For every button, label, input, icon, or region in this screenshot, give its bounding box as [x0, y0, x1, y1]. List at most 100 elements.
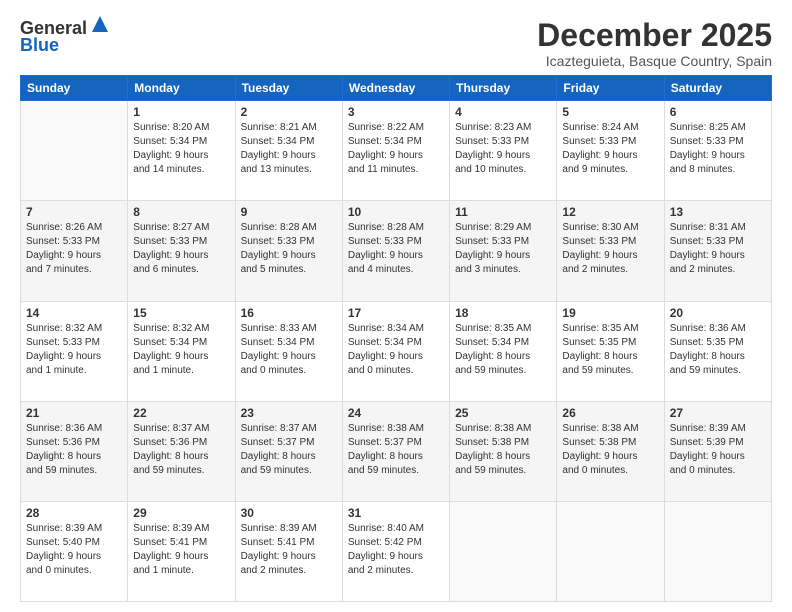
title-block: December 2025 Icazteguieta, Basque Count…: [537, 18, 772, 69]
day-info: Sunrise: 8:27 AMSunset: 5:33 PMDaylight:…: [133, 221, 229, 277]
day-number: 9: [241, 205, 337, 219]
day-info: Sunrise: 8:24 AMSunset: 5:33 PMDaylight:…: [562, 121, 658, 177]
table-cell: 5 Sunrise: 8:24 AMSunset: 5:33 PMDaylight…: [557, 101, 664, 201]
col-sunday: Sunday: [21, 76, 128, 101]
day-info: Sunrise: 8:29 AMSunset: 5:33 PMDaylight:…: [455, 221, 551, 277]
table-cell: 31 Sunrise: 8:40 AMSunset: 5:42 PMDayligh…: [342, 501, 449, 601]
table-cell: 26 Sunrise: 8:38 AMSunset: 5:38 PMDayligh…: [557, 401, 664, 501]
day-number: 31: [348, 506, 444, 520]
calendar-header-row: Sunday Monday Tuesday Wednesday Thursday…: [21, 76, 772, 101]
day-number: 30: [241, 506, 337, 520]
table-cell: 8 Sunrise: 8:27 AMSunset: 5:33 PMDaylight…: [128, 201, 235, 301]
day-number: 19: [562, 306, 658, 320]
col-saturday: Saturday: [664, 76, 771, 101]
day-info: Sunrise: 8:39 AMSunset: 5:41 PMDaylight:…: [241, 522, 337, 578]
table-cell: 29 Sunrise: 8:39 AMSunset: 5:41 PMDayligh…: [128, 501, 235, 601]
day-number: 29: [133, 506, 229, 520]
table-cell: 17Sunrise: 8:34 AMSunset: 5:34 PMDayligh…: [342, 301, 449, 401]
day-info: Sunrise: 8:34 AMSunset: 5:34 PMDaylight:…: [348, 322, 444, 378]
table-cell: 23Sunrise: 8:37 AMSunset: 5:37 PMDayligh…: [235, 401, 342, 501]
day-number: 15: [133, 306, 229, 320]
day-info: Sunrise: 8:28 AMSunset: 5:33 PMDaylight:…: [241, 221, 337, 277]
day-number: 18: [455, 306, 551, 320]
table-cell: 14 Sunrise: 8:32 AMSunset: 5:33 PMDayligh…: [21, 301, 128, 401]
day-info: Sunrise: 8:20 AMSunset: 5:34 PMDaylight:…: [133, 121, 229, 177]
day-number: 25: [455, 406, 551, 420]
table-cell: [664, 501, 771, 601]
calendar-row: 1 Sunrise: 8:20 AMSunset: 5:34 PMDaylight…: [21, 101, 772, 201]
table-cell: 19 Sunrise: 8:35 AMSunset: 5:35 PMDayligh…: [557, 301, 664, 401]
day-info: Sunrise: 8:38 AMSunset: 5:38 PMDaylight:…: [455, 422, 551, 478]
day-number: 2: [241, 105, 337, 119]
calendar-table: Sunday Monday Tuesday Wednesday Thursday…: [20, 75, 772, 602]
day-number: 3: [348, 105, 444, 119]
day-number: 27: [670, 406, 766, 420]
day-info: Sunrise: 8:26 AMSunset: 5:33 PMDaylight:…: [26, 221, 122, 277]
day-info: Sunrise: 8:40 AMSunset: 5:42 PMDaylight:…: [348, 522, 444, 578]
day-number: 1: [133, 105, 229, 119]
day-info: Sunrise: 8:39 AMSunset: 5:41 PMDaylight:…: [133, 522, 229, 578]
table-cell: 30 Sunrise: 8:39 AMSunset: 5:41 PMDayligh…: [235, 501, 342, 601]
day-info: Sunrise: 8:25 AMSunset: 5:33 PMDaylight:…: [670, 121, 766, 177]
page-header: General Blue December 2025 Icazteguieta,…: [20, 18, 772, 69]
col-tuesday: Tuesday: [235, 76, 342, 101]
day-number: 6: [670, 105, 766, 119]
table-cell: 15 Sunrise: 8:32 AMSunset: 5:34 PMDayligh…: [128, 301, 235, 401]
col-wednesday: Wednesday: [342, 76, 449, 101]
logo: General Blue: [20, 18, 110, 56]
day-info: Sunrise: 8:31 AMSunset: 5:33 PMDaylight:…: [670, 221, 766, 277]
month-title: December 2025: [537, 18, 772, 53]
col-thursday: Thursday: [450, 76, 557, 101]
table-cell: 11 Sunrise: 8:29 AMSunset: 5:33 PMDayligh…: [450, 201, 557, 301]
day-number: 20: [670, 306, 766, 320]
table-cell: 13 Sunrise: 8:31 AMSunset: 5:33 PMDayligh…: [664, 201, 771, 301]
day-info: Sunrise: 8:35 AMSunset: 5:34 PMDaylight:…: [455, 322, 551, 378]
day-info: Sunrise: 8:38 AMSunset: 5:38 PMDaylight:…: [562, 422, 658, 478]
day-number: 11: [455, 205, 551, 219]
day-info: Sunrise: 8:23 AMSunset: 5:33 PMDaylight:…: [455, 121, 551, 177]
calendar-row: 21 Sunrise: 8:36 AMSunset: 5:36 PMDayligh…: [21, 401, 772, 501]
table-cell: 18 Sunrise: 8:35 AMSunset: 5:34 PMDayligh…: [450, 301, 557, 401]
day-number: 14: [26, 306, 122, 320]
day-info: Sunrise: 8:21 AMSunset: 5:34 PMDaylight:…: [241, 121, 337, 177]
day-number: 13: [670, 205, 766, 219]
day-number: 22: [133, 406, 229, 420]
day-info: Sunrise: 8:36 AMSunset: 5:35 PMDaylight:…: [670, 322, 766, 378]
day-info: Sunrise: 8:37 AMSunset: 5:36 PMDaylight:…: [133, 422, 229, 478]
table-cell: 12 Sunrise: 8:30 AMSunset: 5:33 PMDayligh…: [557, 201, 664, 301]
day-number: 12: [562, 205, 658, 219]
day-info: Sunrise: 8:32 AMSunset: 5:34 PMDaylight:…: [133, 322, 229, 378]
day-number: 8: [133, 205, 229, 219]
calendar-row: 7Sunrise: 8:26 AMSunset: 5:33 PMDaylight…: [21, 201, 772, 301]
day-number: 4: [455, 105, 551, 119]
day-number: 28: [26, 506, 122, 520]
day-info: Sunrise: 8:28 AMSunset: 5:33 PMDaylight:…: [348, 221, 444, 277]
logo-icon: [90, 14, 110, 34]
day-number: 21: [26, 406, 122, 420]
day-info: Sunrise: 8:30 AMSunset: 5:33 PMDaylight:…: [562, 221, 658, 277]
col-monday: Monday: [128, 76, 235, 101]
day-info: Sunrise: 8:32 AMSunset: 5:33 PMDaylight:…: [26, 322, 122, 378]
table-cell: 24Sunrise: 8:38 AMSunset: 5:37 PMDayligh…: [342, 401, 449, 501]
day-number: 24: [348, 406, 444, 420]
table-cell: 25 Sunrise: 8:38 AMSunset: 5:38 PMDayligh…: [450, 401, 557, 501]
day-info: Sunrise: 8:37 AMSunset: 5:37 PMDaylight:…: [241, 422, 337, 478]
table-cell: [557, 501, 664, 601]
day-number: 26: [562, 406, 658, 420]
table-cell: 9 Sunrise: 8:28 AMSunset: 5:33 PMDaylight…: [235, 201, 342, 301]
day-info: Sunrise: 8:36 AMSunset: 5:36 PMDaylight:…: [26, 422, 122, 478]
table-cell: 4 Sunrise: 8:23 AMSunset: 5:33 PMDaylight…: [450, 101, 557, 201]
day-number: 16: [241, 306, 337, 320]
day-info: Sunrise: 8:39 AMSunset: 5:39 PMDaylight:…: [670, 422, 766, 478]
col-friday: Friday: [557, 76, 664, 101]
day-info: Sunrise: 8:22 AMSunset: 5:34 PMDaylight:…: [348, 121, 444, 177]
calendar-row: 28Sunrise: 8:39 AMSunset: 5:40 PMDayligh…: [21, 501, 772, 601]
table-cell: 20 Sunrise: 8:36 AMSunset: 5:35 PMDayligh…: [664, 301, 771, 401]
calendar-row: 14 Sunrise: 8:32 AMSunset: 5:33 PMDayligh…: [21, 301, 772, 401]
table-cell: [450, 501, 557, 601]
table-cell: 1 Sunrise: 8:20 AMSunset: 5:34 PMDaylight…: [128, 101, 235, 201]
location-title: Icazteguieta, Basque Country, Spain: [537, 53, 772, 69]
day-info: Sunrise: 8:35 AMSunset: 5:35 PMDaylight:…: [562, 322, 658, 378]
table-cell: 10Sunrise: 8:28 AMSunset: 5:33 PMDayligh…: [342, 201, 449, 301]
day-number: 5: [562, 105, 658, 119]
